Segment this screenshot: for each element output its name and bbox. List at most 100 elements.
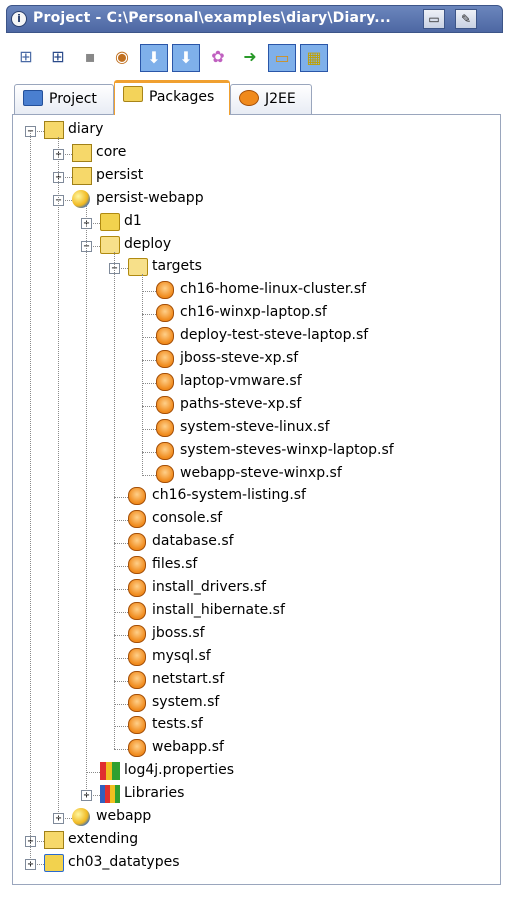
tree-row[interactable]: log4j.properties: [13, 761, 493, 783]
module-view-icon[interactable]: ▦: [300, 44, 328, 72]
properties-icon: [100, 762, 120, 781]
sf-icon: [156, 464, 174, 483]
sf-icon: [128, 647, 146, 666]
folder-icon: [100, 212, 120, 231]
tree-row[interactable]: + d1: [13, 212, 493, 234]
j2ee-icon: [239, 90, 259, 106]
tree-item-label: database.sf: [152, 533, 234, 550]
tree-guide-line: [86, 205, 87, 796]
app-icon: i: [11, 11, 27, 27]
tree-row[interactable]: jboss-steve-xp.sf: [13, 349, 493, 371]
package-icon[interactable]: ▪: [76, 44, 104, 72]
sf-icon: [156, 441, 174, 460]
tree-item-label: ch03_datatypes: [68, 853, 180, 870]
sf-icon: [128, 533, 146, 552]
tree-row[interactable]: database.sf: [13, 532, 493, 554]
tree-row[interactable]: − targets: [13, 257, 493, 279]
filter-icon[interactable]: ◉: [108, 44, 136, 72]
tree-item-label: system-steve-linux.sf: [180, 418, 330, 435]
tree-row[interactable]: system.sf: [13, 693, 493, 715]
globe-icon: [72, 189, 90, 208]
tree-item-label: paths-steve-xp.sf: [180, 395, 302, 412]
sf-icon: [128, 556, 146, 575]
tree-item-label: log4j.properties: [124, 762, 235, 779]
green-arrows-icon[interactable]: ➜: [236, 44, 264, 72]
tree-row[interactable]: + core: [13, 143, 493, 165]
tree-row[interactable]: + ch03_datatypes: [13, 853, 493, 875]
tree-item-label: console.sf: [152, 510, 223, 527]
tree-row[interactable]: ch16-winxp-laptop.sf: [13, 303, 493, 325]
sf-icon: [128, 624, 146, 643]
tree-item-label: Libraries: [124, 785, 185, 802]
tree-row[interactable]: netstart.sf: [13, 670, 493, 692]
close-icon[interactable]: [479, 9, 499, 29]
folder-blue-icon: [44, 853, 64, 872]
tree-item-label: webapp-steve-winxp.sf: [180, 464, 342, 481]
tree-row[interactable]: files.sf: [13, 555, 493, 577]
tree-item-label: tests.sf: [152, 716, 203, 733]
tree-row[interactable]: install_drivers.sf: [13, 578, 493, 600]
tree-item-label: core: [96, 143, 127, 160]
minimize-icon[interactable]: ▭: [423, 9, 445, 29]
tree-item-label: jboss-steve-xp.sf: [180, 350, 299, 366]
tree-row[interactable]: install_hibernate.sf: [13, 601, 493, 623]
pin-icon[interactable]: ✎: [455, 9, 477, 29]
tree-row[interactable]: laptop-vmware.sf: [13, 372, 493, 394]
tree-row[interactable]: system-steve-linux.sf: [13, 418, 493, 440]
sf-icon: [156, 372, 174, 391]
sf-icon: [128, 487, 146, 506]
tree-row[interactable]: + persist: [13, 166, 493, 188]
sf-icon: [156, 418, 174, 437]
tree-item-label: files.sf: [152, 556, 198, 573]
tree-row[interactable]: + Libraries: [13, 784, 493, 806]
tree-row[interactable]: system-steves-winxp-laptop.sf: [13, 441, 493, 463]
tree-item-label: webapp.sf: [152, 739, 224, 756]
package-icon: [123, 86, 143, 102]
tree-item-label: deploy: [124, 235, 172, 252]
tree-guide-line: [114, 251, 115, 750]
tree-row[interactable]: jboss.sf: [13, 624, 493, 646]
tree-row[interactable]: console.sf: [13, 509, 493, 531]
tree-row[interactable]: paths-steve-xp.sf: [13, 395, 493, 417]
tree-item-label: d1: [124, 212, 142, 229]
sf-icon: [156, 350, 174, 368]
hierarchy-icon[interactable]: ⊞: [12, 44, 40, 72]
tree-row[interactable]: webapp.sf: [13, 738, 493, 760]
export-icon[interactable]: ⬇: [172, 44, 200, 72]
tab-j2ee[interactable]: J2EE: [230, 84, 312, 114]
tree-row[interactable]: − deploy: [13, 235, 493, 257]
tree-item-label: laptop-vmware.sf: [180, 372, 302, 389]
sf-icon: [128, 510, 146, 529]
folder-view-icon[interactable]: ▭: [268, 44, 296, 72]
tree-item-label: system-steves-winxp-laptop.sf: [180, 441, 394, 458]
window-title-bar[interactable]: i Project - C:\Personal\examples\diary\D…: [6, 5, 503, 33]
tree-row[interactable]: − persist-webapp: [13, 189, 493, 211]
tree-row[interactable]: ch16-home-linux-cluster.sf: [13, 280, 493, 302]
tree-row[interactable]: + webapp: [13, 807, 493, 829]
toolbar: ⊞ ⊞ ▪ ◉ ⬇ ⬇ ✿ ➜ ▭ ▦: [12, 40, 497, 76]
tab-packages[interactable]: Packages: [114, 80, 230, 115]
tree-row[interactable]: tests.sf: [13, 715, 493, 737]
tree-item-label: install_hibernate.sf: [152, 601, 285, 618]
sf-icon: [128, 579, 146, 597]
sf-icon: [128, 670, 146, 689]
view-tabs: Project Packages J2EE: [14, 80, 504, 115]
flower-icon[interactable]: ✿: [204, 44, 232, 72]
tree-item-label: mysql.sf: [152, 647, 211, 664]
package-tree[interactable]: − diary + core + persist − persist-webapp + d1− de…: [12, 114, 501, 885]
tree-row[interactable]: + extending: [13, 830, 493, 852]
tree-item-label: system.sf: [152, 693, 220, 710]
project-icon: [23, 90, 43, 106]
module-icon: [72, 143, 92, 162]
tree-row[interactable]: mysql.sf: [13, 647, 493, 669]
import-icon[interactable]: ⬇: [140, 44, 168, 72]
tree-row[interactable]: − diary: [13, 120, 493, 142]
tree-row[interactable]: deploy-test-steve-laptop.sf: [13, 326, 493, 348]
tree-row[interactable]: ch16-system-listing.sf: [13, 486, 493, 508]
tree-item-label: netstart.sf: [152, 670, 225, 687]
tab-project[interactable]: Project: [14, 84, 114, 114]
tab-j2ee-label: J2EE: [265, 91, 296, 107]
tree-expand-icon[interactable]: ⊞: [44, 44, 72, 72]
tree-item-label: deploy-test-steve-laptop.sf: [180, 327, 369, 344]
tree-row[interactable]: webapp-steve-winxp.sf: [13, 464, 493, 486]
